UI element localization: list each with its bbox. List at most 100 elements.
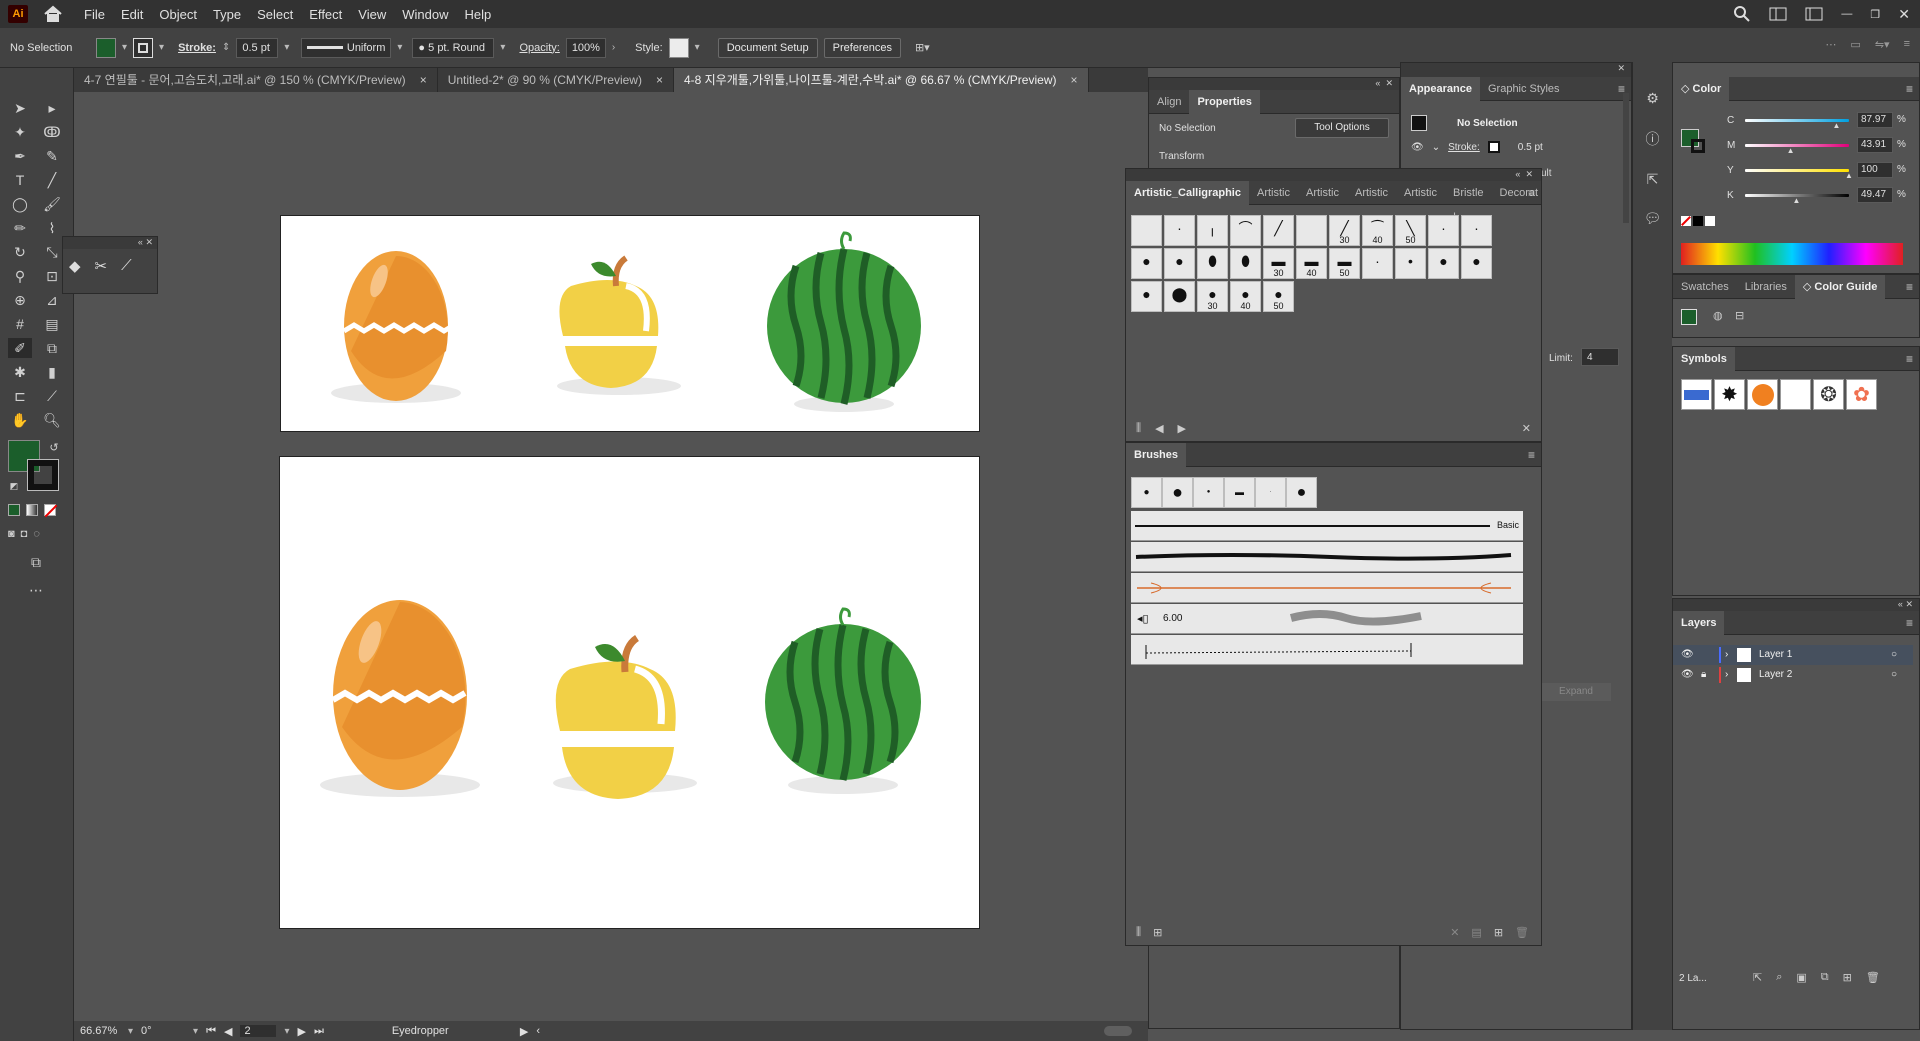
first-artboard-icon[interactable]: ⏮ — [206, 1025, 216, 1038]
info-icon[interactable]: ⓘ — [1633, 129, 1672, 149]
panel-menu-icon[interactable]: ≡ — [1906, 352, 1913, 366]
tab-bristle[interactable]: Bristle I — [1445, 181, 1492, 223]
visibility-eye-icon[interactable]: 👁︎ — [1681, 645, 1694, 665]
tab-brushes[interactable]: Brushes — [1126, 442, 1187, 467]
artboard-1[interactable] — [280, 215, 980, 432]
last-artboard-icon[interactable]: ⏭ — [314, 1025, 324, 1038]
tool-options-button[interactable]: Tool Options — [1295, 118, 1389, 138]
layer-row-1[interactable]: 👁︎ › Layer 1 ○ — [1673, 645, 1913, 665]
chevron-down-icon[interactable]: ▾ — [284, 1026, 289, 1037]
chevron-down-icon[interactable]: ▾ — [397, 42, 402, 53]
shape-builder-icon[interactable]: ⊕ — [8, 290, 32, 310]
brush-options-icon[interactable]: ▤ — [1471, 926, 1481, 939]
calligraphic-brush-swatch[interactable] — [1131, 215, 1162, 246]
slider-thumb[interactable]: ▲ — [1792, 196, 1800, 205]
harmony-icon[interactable]: ⊟ — [1735, 309, 1744, 322]
calligraphic-brush-swatch[interactable]: ⁀ 40 — [1362, 215, 1393, 246]
next-library-icon[interactable]: ▶ — [1178, 422, 1186, 435]
stroke-color-box[interactable] — [27, 459, 59, 491]
ellipse-tool-icon[interactable]: ◯ — [8, 194, 32, 214]
gradient-icon[interactable]: ▤ — [40, 314, 64, 334]
chevron-down-icon[interactable]: ▾ — [122, 42, 127, 53]
close-icon[interactable]: ✕ — [1385, 78, 1393, 88]
brush-swatch[interactable]: ● — [1131, 477, 1162, 508]
menu-effect[interactable]: Effect — [309, 7, 342, 22]
slider-thumb[interactable]: ▲ — [1787, 146, 1795, 155]
properties-icon[interactable]: ⚙ — [1633, 90, 1672, 107]
tab-artistic-calligraphic[interactable]: Artistic_Calligraphic — [1126, 180, 1249, 205]
brush-swatch[interactable]: ● — [1162, 477, 1193, 508]
expand-button[interactable]: Expand — [1541, 683, 1611, 701]
calligraphic-brush-swatch[interactable]: ▬ 50 — [1329, 248, 1360, 279]
chevron-right-icon[interactable]: › — [1725, 645, 1728, 665]
symbol-orange-ball[interactable] — [1747, 379, 1778, 410]
brush-select[interactable]: ● 5 pt. Round — [412, 37, 495, 58]
new-brush-icon[interactable]: ⊞ — [1494, 926, 1503, 939]
prev-library-icon[interactable]: ◀ — [1155, 422, 1163, 435]
color-stroke-box[interactable] — [1691, 139, 1705, 153]
calligraphic-brush-swatch[interactable]: ● 50 — [1263, 281, 1294, 312]
calligraphic-brush-swatch[interactable]: ● — [1131, 248, 1162, 279]
calligraphic-brush-swatch[interactable] — [1296, 215, 1327, 246]
base-color-swatch[interactable] — [1681, 309, 1697, 325]
free-transform-icon[interactable]: ⊡ — [40, 266, 64, 286]
close-icon[interactable]: × — [1070, 73, 1077, 87]
pen-tool-icon[interactable]: ✒ — [8, 146, 32, 166]
puppet-warp-icon[interactable]: ⚲ — [8, 266, 32, 286]
tab-libraries[interactable]: Libraries — [1737, 275, 1795, 299]
calligraphic-brush-swatch[interactable]: ▬ 30 — [1263, 248, 1294, 279]
close-library-icon[interactable]: ✕ — [1522, 422, 1531, 435]
hand-icon[interactable]: ✋ — [8, 410, 32, 430]
calligraphic-brush-swatch[interactable]: ● 30 — [1197, 281, 1228, 312]
swap-colors-icon[interactable]: ↺ — [42, 438, 66, 458]
tab-properties[interactable]: Properties — [1189, 89, 1260, 114]
curvature-icon[interactable]: ✎ — [40, 146, 64, 166]
slider-thumb[interactable]: ▲ — [1845, 171, 1853, 180]
menu-window[interactable]: Window — [402, 7, 448, 22]
artboard-number[interactable]: 2 — [240, 1025, 277, 1037]
symbol-flower[interactable]: ✿ — [1846, 379, 1877, 410]
stroke-swatch[interactable] — [1487, 141, 1500, 153]
symbol-frame[interactable] — [1780, 379, 1811, 410]
eyedropper-icon[interactable]: ✐ — [8, 338, 32, 358]
new-layer-icon[interactable]: ⊞ — [1843, 971, 1852, 984]
calligraphic-brush-swatch[interactable]: · — [1428, 215, 1459, 246]
gradient-mode-icon[interactable] — [26, 504, 38, 516]
brush-arrow[interactable] — [1131, 573, 1523, 603]
collapse-icon[interactable]: « — [1375, 78, 1380, 88]
symbol-wreath[interactable]: ❂ — [1813, 379, 1844, 410]
document-setup-button[interactable]: Document Setup — [717, 37, 818, 58]
menu-object[interactable]: Object — [159, 7, 197, 22]
slider-thumb[interactable]: ▲ — [1832, 121, 1840, 130]
status-menu-icon[interactable]: ▶ — [520, 1025, 528, 1038]
calligraphic-brush-swatch[interactable]: ● 40 — [1230, 281, 1261, 312]
screen-mode-icon[interactable]: ⧉ — [24, 552, 48, 572]
close-icon[interactable]: ✕ — [1617, 63, 1625, 73]
calligraphic-brush-swatch[interactable]: ⌒ — [1230, 215, 1261, 246]
brush-charcoal[interactable] — [1131, 542, 1523, 572]
minimize-button[interactable]: — — [1841, 8, 1852, 20]
stroke-weight-input[interactable]: 0.5 pt — [236, 37, 279, 58]
symbol-splatter[interactable]: ✸ — [1714, 379, 1745, 410]
prev-artboard-icon[interactable]: ◀ — [224, 1025, 232, 1038]
zoom-icon[interactable]: 🔍︎ — [40, 410, 64, 430]
stroke-row-value[interactable]: 0.5 pt — [1518, 142, 1543, 153]
artboard-tool-icon[interactable]: ⊏ — [8, 386, 32, 406]
channel-slider[interactable] — [1745, 169, 1849, 172]
more-tools-icon[interactable]: ⋯ — [24, 580, 48, 600]
menu-type[interactable]: Type — [213, 7, 241, 22]
none-mode-icon[interactable] — [44, 504, 58, 518]
direct-selection-tool-icon[interactable]: ▸ — [40, 98, 64, 118]
menu-file[interactable]: File — [84, 7, 105, 22]
calligraphic-brush-swatch[interactable]: ╱ — [1263, 215, 1294, 246]
magic-wand-icon[interactable]: ✦ — [8, 122, 32, 142]
chevron-down-icon[interactable]: ▾ — [128, 1026, 133, 1037]
perspective-icon[interactable]: ⊿ — [40, 290, 64, 310]
collapse-icon[interactable]: « — [1898, 599, 1903, 609]
fill-swatch[interactable] — [96, 37, 116, 58]
tab-artistic-2[interactable]: Artistic — [1298, 181, 1347, 205]
close-icon[interactable]: ✕ — [1905, 599, 1913, 609]
shaper-icon[interactable]: ⌇ — [40, 218, 64, 238]
rotation-value[interactable]: 0° — [141, 1025, 185, 1037]
tab-graphic-styles[interactable]: Graphic Styles — [1480, 77, 1568, 101]
